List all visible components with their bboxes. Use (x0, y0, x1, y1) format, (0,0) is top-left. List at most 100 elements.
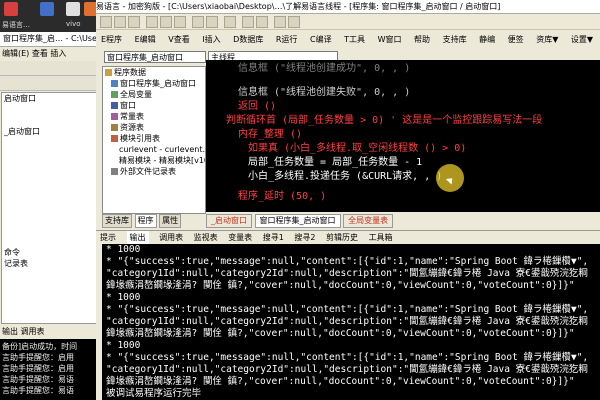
code-line[interactable]: 如果真 (小白_多线程.取_空闲线程数 () > 0) (248, 142, 466, 156)
output-line: * 1000 (106, 292, 141, 303)
copy-icon[interactable] (160, 16, 172, 28)
menu-item[interactable]: T工具 (344, 32, 365, 48)
output-line: * "{"success":true,"message":null,"conte… (106, 304, 589, 315)
menu-item[interactable]: C编译 (310, 32, 332, 48)
tree-node[interactable]: 程序数据 (103, 67, 205, 78)
cut-icon[interactable] (146, 16, 158, 28)
save-icon[interactable] (128, 16, 140, 28)
code-line[interactable]: 信息框 ("线程池创建失败", 0, , ) (238, 86, 410, 100)
menu-item[interactable]: 插入 (50, 49, 66, 58)
step-icon[interactable] (274, 16, 286, 28)
variable-icon (111, 91, 118, 98)
menu-item[interactable]: 帮助 (414, 32, 430, 48)
tab-variables[interactable]: 变量表 (228, 231, 252, 245)
tree-item[interactable]: 记录表 (2, 258, 97, 269)
tree-item[interactable]: 命令 (2, 247, 97, 258)
tab-global-vars[interactable]: 全局变量表 (343, 214, 394, 228)
app-icon[interactable] (4, 2, 18, 16)
step-over-icon[interactable] (288, 16, 300, 28)
paste-icon[interactable] (174, 16, 186, 28)
tab-call-stack[interactable]: 调用表 (159, 231, 183, 245)
background-ide-window: 窗口程序集_启… - C:\Users\xiaobai\Desktop\ 编辑(… (0, 32, 100, 400)
open-icon[interactable] (114, 16, 126, 28)
module-ref-icon (111, 135, 118, 142)
project-tree: 程序数据 窗口程序集_启动窗口 全局变量 窗口 常量表 资源表 模块引用表 cu… (102, 66, 206, 214)
panel-tabs: 输出 调用表 (0, 325, 99, 339)
tab-search2[interactable]: 搜寻2 (294, 231, 315, 245)
output-line: * 1000 (106, 244, 141, 255)
tab-calls[interactable]: 调用表 (21, 327, 45, 336)
code-line[interactable]: 局部_任务数量 = 局部_任务数量 - 1 (248, 156, 422, 170)
menubar: E程序 E编辑 V查看 I插入 D数据库 R运行 C编译 T工具 W窗口 帮助 … (96, 32, 600, 48)
desktop-icon-label: 易语言… (2, 21, 30, 29)
tree-node[interactable]: curlevent - curlevent.ec (103, 144, 205, 155)
new-icon[interactable] (100, 16, 112, 28)
tree-item[interactable]: _启动窗口 (2, 126, 97, 137)
project-panel: 启动窗口 _启动窗口 命令 记录表 (1, 92, 98, 324)
output-line: 鍏堟瘯涓嶅鐗堟湰涓? 闃佺 鎮?,"cover":null,"docCount"… (106, 328, 575, 339)
output-line: 言助手提醒您：易语 (2, 375, 74, 384)
app-icon[interactable] (40, 2, 54, 16)
undo-icon[interactable] (192, 16, 204, 28)
tree-node[interactable]: 窗口程序集_启动窗口 (103, 78, 205, 89)
toolbar (0, 61, 99, 76)
output-line: * "{"success":true,"message":null,"conte… (106, 352, 589, 363)
menu-item[interactable]: E编辑 (135, 32, 156, 48)
output-line: 被调试易程序运行完毕 (106, 388, 202, 399)
tree-tabs: 支持库 程序 属性 (102, 214, 206, 228)
stop-icon[interactable] (256, 16, 268, 28)
find-icon[interactable] (224, 16, 236, 28)
tree-node[interactable]: 资源表 (103, 122, 205, 133)
menu-item[interactable]: 资库▼ (536, 32, 558, 48)
menu-item[interactable]: 设置▼ (571, 32, 593, 48)
assembly-select[interactable]: 窗口程序集_启动窗口 (104, 51, 206, 63)
tab-properties[interactable]: 属性 (159, 214, 182, 228)
tab-toolbox[interactable]: 工具箱 (369, 231, 393, 245)
folder-icon (105, 69, 112, 76)
output-console[interactable]: * 1000 * "{"success":true,"message":null… (102, 244, 600, 400)
menu-item[interactable]: R运行 (276, 32, 298, 48)
tab-support-library[interactable]: 支持库 (102, 214, 132, 228)
tree-node[interactable]: 常量表 (103, 111, 205, 122)
tab-watch[interactable]: 监视表 (194, 231, 218, 245)
tab-start-window[interactable]: _启动窗口 (206, 214, 252, 228)
menu-item[interactable]: W窗口 (378, 32, 402, 48)
code-line[interactable]: 信息框 ("线程池创建成功", 0, , ) (238, 62, 410, 76)
output-line: 鍏堟瘯涓嶅鐗堟湰涓? 闃佺 鎮?,"cover":null,"docCount"… (106, 376, 575, 387)
menu-item[interactable]: 静编 (479, 32, 495, 48)
resource-icon (111, 124, 118, 131)
menu-item[interactable]: E程序 (101, 32, 122, 48)
app-icon[interactable] (66, 2, 80, 16)
code-editor[interactable]: 信息框 ("线程池创建成功", 0, , ) 信息框 ("线程池创建失败", 0… (206, 60, 600, 212)
menu-item[interactable]: I插入 (202, 32, 220, 48)
tree-node[interactable]: 模块引用表 (103, 133, 205, 144)
menu-item[interactable]: 支持库 (443, 32, 467, 48)
tree-node[interactable]: 外部文件记录表 (103, 166, 205, 177)
tab-output[interactable]: 输出 (2, 327, 18, 336)
tab-clip-history[interactable]: 剪辑历史 (326, 231, 358, 245)
code-line[interactable]: 小白_多线程.投递任务 (&CURL请求, , ) (248, 170, 442, 184)
menu-item[interactable]: 便签 (508, 32, 524, 48)
tree-node[interactable]: 精易模块 - 精易模块[v10 (103, 155, 205, 166)
tab-program[interactable]: 程序 (134, 214, 157, 228)
toolbar (96, 14, 600, 30)
code-line[interactable]: 返回 () (238, 100, 276, 114)
menu-item[interactable]: V查看 (168, 32, 189, 48)
tree-node[interactable]: 全局变量 (103, 89, 205, 100)
menu-item[interactable]: 编辑(E) (2, 49, 29, 58)
redo-icon[interactable] (206, 16, 218, 28)
menu-item[interactable]: D数据库 (233, 32, 263, 48)
tab-search1[interactable]: 搜寻1 (263, 231, 284, 245)
code-line[interactable]: 判断循环首 (局部_任务数量 > 0) ' 这是是一个监控跟踪易写法一段 (226, 114, 542, 128)
desktop-icon-label: vivo (66, 20, 81, 28)
tab-hint[interactable]: 提示 (100, 231, 116, 245)
tab-window-assembly[interactable]: 窗口程序集_启动窗口 (254, 214, 341, 228)
code-line[interactable]: 程序_延时 (50, ) (238, 190, 326, 204)
tree-item[interactable]: 启动窗口 (2, 93, 97, 104)
menu-item[interactable]: 查看 (32, 49, 48, 58)
run-icon[interactable] (242, 16, 254, 28)
tree-node[interactable]: 窗口 (103, 100, 205, 111)
tab-output[interactable]: 输出 (126, 231, 149, 245)
code-line[interactable]: 内存_整理 () (238, 128, 302, 142)
constant-icon (111, 113, 118, 120)
